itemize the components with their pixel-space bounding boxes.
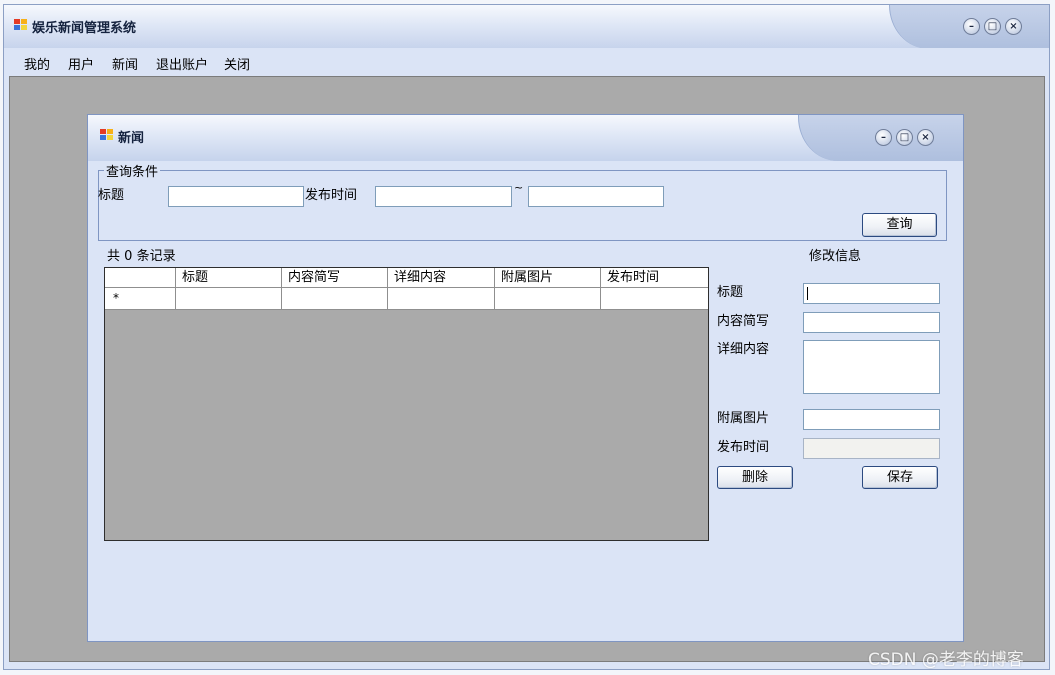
record-count-prefix: 共 [107, 249, 121, 264]
news-maximize-button[interactable]: □ [896, 129, 913, 146]
record-count-suffix: 条记录 [136, 249, 176, 264]
watermark-text: CSDN @老李的博客 [868, 650, 1024, 670]
record-count: 共 0 条记录 [107, 245, 176, 264]
grid-header: 标题 内容简写 详细内容 附属图片 发布时间 [105, 268, 708, 288]
news-close-button[interactable]: × [917, 129, 934, 146]
grid-cell[interactable] [176, 288, 282, 310]
query-title-input[interactable] [168, 186, 304, 207]
news-window-title: 新闻 [118, 131, 145, 146]
text-cursor [807, 287, 808, 300]
query-time-from-input[interactable] [375, 186, 512, 207]
edit-time-label: 发布时间 [717, 440, 770, 455]
column-header-detail[interactable]: 详细内容 [388, 268, 495, 287]
app-title: 娱乐新闻管理系统 [32, 21, 137, 36]
edit-summary-input[interactable] [803, 312, 940, 333]
query-group-title: 查询条件 [104, 161, 161, 180]
query-title-label: 标题 [98, 188, 125, 203]
column-header-title[interactable]: 标题 [176, 268, 282, 287]
main-titlebar[interactable]: 娱乐新闻管理系统 – □ × [4, 5, 1049, 49]
menu-item-users[interactable]: 用户 [68, 54, 94, 73]
news-titlebar[interactable]: 新闻 – □ × [88, 115, 963, 161]
edit-title-input[interactable] [803, 283, 940, 304]
news-window: 新闻 – □ × 查询条件 标题 发布时间 ~ 查询 共 0 条记录 标题 内容… [87, 114, 964, 642]
search-button[interactable]: 查询 [862, 213, 937, 237]
edit-detail-label: 详细内容 [717, 342, 770, 357]
query-time-to-input[interactable] [528, 186, 664, 207]
menu-item-news[interactable]: 新闻 [112, 54, 138, 73]
close-button[interactable]: × [1005, 18, 1022, 35]
news-window-icon [100, 129, 114, 141]
column-header-summary[interactable]: 内容简写 [282, 268, 388, 287]
grid-cell[interactable] [601, 288, 708, 310]
table-row[interactable]: * [105, 288, 708, 310]
row-header-corner [105, 268, 176, 287]
column-header-image[interactable]: 附属图片 [495, 268, 601, 287]
edit-title-label: 标题 [717, 285, 744, 300]
menu-item-mine[interactable]: 我的 [24, 54, 50, 73]
grid-cell[interactable] [495, 288, 601, 310]
delete-button[interactable]: 删除 [717, 466, 793, 489]
edit-image-label: 附属图片 [717, 411, 770, 426]
column-header-time[interactable]: 发布时间 [601, 268, 708, 287]
new-row-marker: * [113, 291, 119, 305]
save-button[interactable]: 保存 [862, 466, 938, 489]
edit-time-input [803, 438, 940, 459]
edit-panel-title: 修改信息 [809, 249, 862, 264]
app-icon [14, 19, 28, 31]
query-time-label: 发布时间 [305, 188, 358, 203]
grid-cell[interactable] [282, 288, 388, 310]
menu-bar: 我的 用户 新闻 退出账户 关闭 [4, 48, 1049, 74]
news-minimize-button[interactable]: – [875, 129, 892, 146]
edit-image-input[interactable] [803, 409, 940, 430]
edit-summary-label: 内容简写 [717, 314, 770, 329]
range-separator: ~ [514, 181, 524, 194]
edit-detail-textarea[interactable] [803, 340, 940, 394]
grid-cell[interactable] [388, 288, 495, 310]
row-header-cell[interactable]: * [105, 288, 176, 310]
menu-item-logout[interactable]: 退出账户 [156, 54, 208, 73]
minimize-button[interactable]: – [963, 18, 980, 35]
news-data-grid[interactable]: 标题 内容简写 详细内容 附属图片 发布时间 * [104, 267, 709, 541]
record-count-value: 0 [124, 249, 133, 264]
menu-item-close[interactable]: 关闭 [224, 54, 250, 73]
maximize-button[interactable]: □ [984, 18, 1001, 35]
